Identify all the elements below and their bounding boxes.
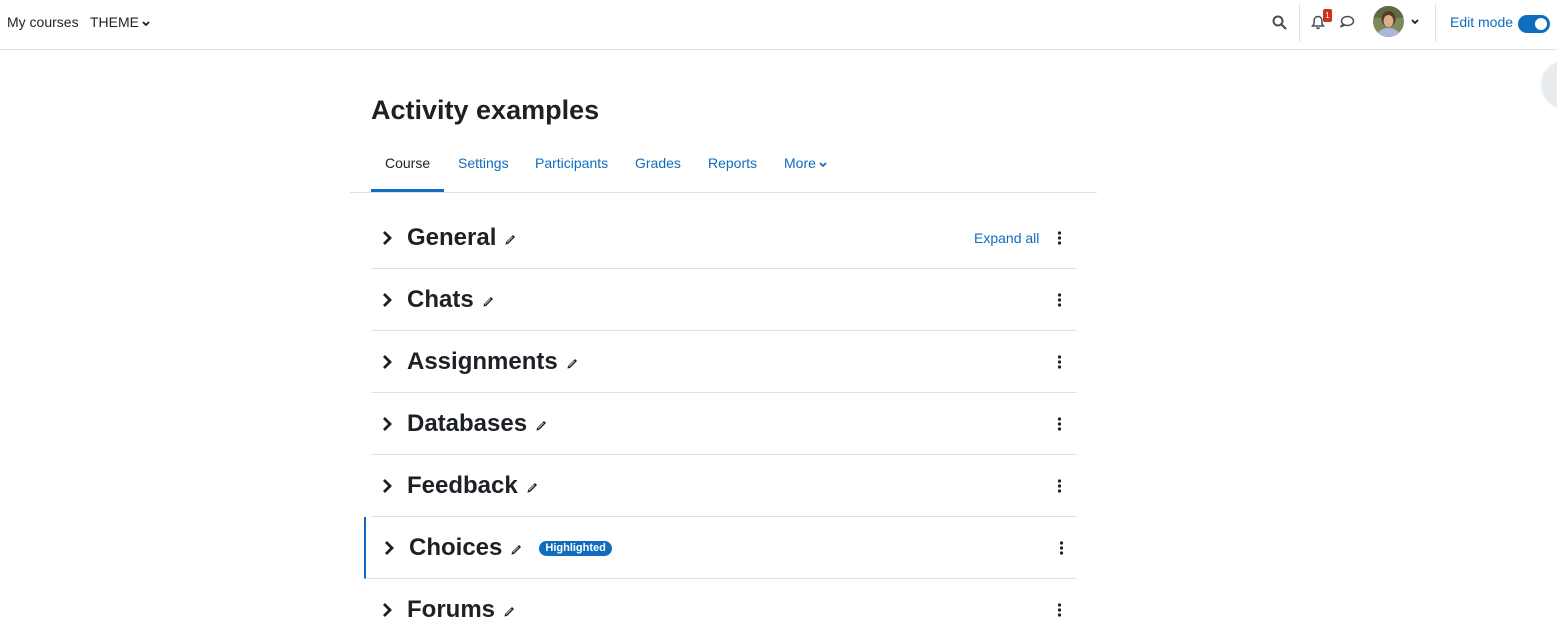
- course-section: Forums: [371, 579, 1077, 639]
- kebab-menu-icon[interactable]: [1051, 603, 1068, 617]
- expand-all-link[interactable]: Expand all: [974, 207, 1039, 269]
- edit-mode-label: Edit mode: [1450, 14, 1514, 30]
- secondary-navigation: Course Settings Participants Grades Repo…: [350, 140, 1097, 193]
- highlighted-badge: Highlighted: [539, 540, 612, 556]
- kebab-menu-icon[interactable]: [1051, 478, 1068, 493]
- kebab-menu-icon[interactable]: [1051, 230, 1068, 245]
- nav-divider: [1435, 4, 1436, 42]
- pencil-icon[interactable]: [535, 419, 548, 437]
- tab-course[interactable]: Course: [371, 140, 445, 192]
- chevron-down-icon: [142, 0, 150, 44]
- course-section: General Expand all: [371, 207, 1077, 269]
- pencil-icon[interactable]: [503, 605, 516, 623]
- tab-more-label: More: [784, 155, 816, 171]
- tab-reports[interactable]: Reports: [708, 140, 757, 192]
- notification-count-badge: 1: [1323, 9, 1332, 22]
- message-icon[interactable]: [1338, 13, 1356, 31]
- section-title[interactable]: Chats: [407, 286, 474, 314]
- tab-settings[interactable]: Settings: [458, 140, 509, 192]
- course-section: Assignments: [371, 331, 1077, 393]
- kebab-menu-icon[interactable]: [1053, 540, 1070, 555]
- section-title[interactable]: General: [407, 224, 496, 252]
- chevron-down-icon: [819, 140, 827, 187]
- section-heading: Feedback: [407, 455, 539, 517]
- section-heading: Assignments: [407, 331, 579, 393]
- section-title[interactable]: Databases: [407, 410, 527, 438]
- chevron-right-icon[interactable]: [381, 292, 393, 308]
- block-drawer-toggle[interactable]: [1542, 61, 1557, 107]
- section-heading: Forums: [407, 579, 516, 639]
- toggle-knob: [1535, 18, 1547, 30]
- section-title[interactable]: Feedback: [407, 472, 518, 500]
- kebab-menu-icon[interactable]: [1051, 354, 1068, 369]
- chevron-right-icon[interactable]: [383, 540, 395, 556]
- kebab-menu-icon[interactable]: [1051, 416, 1068, 431]
- pencil-icon[interactable]: [482, 295, 495, 313]
- pencil-icon[interactable]: [504, 233, 517, 251]
- section-title[interactable]: Assignments: [407, 348, 558, 376]
- pencil-icon[interactable]: [510, 543, 523, 561]
- section-title[interactable]: Forums: [407, 596, 495, 624]
- page-title: Activity examples: [371, 95, 600, 125]
- section-title[interactable]: Choices: [409, 534, 502, 562]
- section-heading: Choices Highlighted: [409, 517, 612, 579]
- top-navbar: My courses THEME 1 Edit mode: [0, 0, 1557, 50]
- course-section: Feedback: [371, 455, 1077, 517]
- user-avatar[interactable]: [1373, 6, 1404, 37]
- course-section: Databases: [371, 393, 1077, 455]
- pencil-icon[interactable]: [526, 481, 539, 499]
- chevron-right-icon[interactable]: [381, 602, 393, 618]
- section-heading: Chats: [407, 269, 495, 331]
- nav-theme-label: THEME: [90, 14, 139, 30]
- course-section: Chats: [371, 269, 1077, 331]
- chevron-down-icon[interactable]: [1409, 17, 1421, 27]
- edit-mode-toggle[interactable]: [1518, 15, 1550, 33]
- search-icon[interactable]: [1270, 13, 1288, 31]
- nav-divider: [1299, 4, 1300, 42]
- tab-participants[interactable]: Participants: [535, 140, 608, 192]
- chevron-right-icon[interactable]: [381, 416, 393, 432]
- section-heading: General: [407, 207, 517, 269]
- nav-my-courses[interactable]: My courses: [7, 0, 79, 44]
- tab-grades[interactable]: Grades: [635, 140, 681, 192]
- section-heading: Databases: [407, 393, 548, 455]
- tab-more[interactable]: More: [784, 140, 827, 192]
- chevron-right-icon[interactable]: [381, 354, 393, 370]
- nav-theme-dropdown[interactable]: THEME: [90, 0, 150, 44]
- chevron-right-icon[interactable]: [381, 478, 393, 494]
- pencil-icon[interactable]: [566, 357, 579, 375]
- kebab-menu-icon[interactable]: [1051, 292, 1068, 307]
- course-section-highlighted: Choices Highlighted: [364, 517, 1077, 579]
- chevron-right-icon[interactable]: [381, 230, 393, 246]
